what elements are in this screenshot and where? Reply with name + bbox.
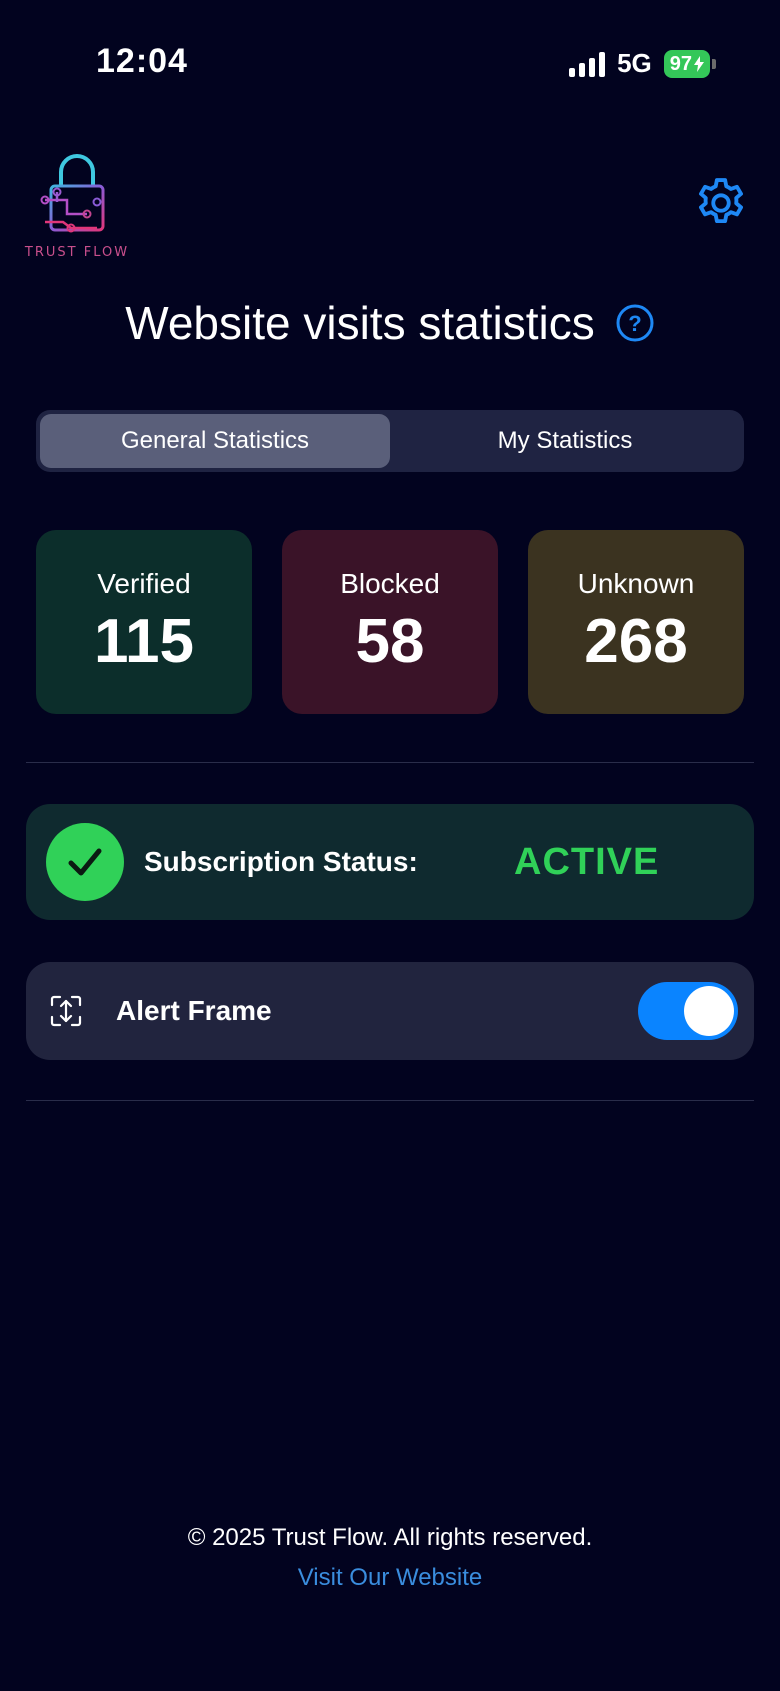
stat-label: Unknown — [577, 567, 695, 599]
divider — [26, 1100, 754, 1101]
stat-card-verified: Verified 115 — [36, 530, 252, 714]
network-type: 5G — [617, 48, 652, 78]
settings-button[interactable] — [692, 174, 750, 232]
stat-card-blocked: Blocked 58 — [282, 530, 498, 714]
footer: © 2025 Trust Flow. All rights reserved. … — [0, 1524, 780, 1592]
stat-value: 268 — [584, 606, 688, 676]
status-indicators: 5G 97 — [569, 48, 716, 79]
subscription-status-value: ACTIVE — [514, 840, 660, 883]
lock-circuit-logo-icon — [40, 154, 105, 233]
battery-icon: 97 — [663, 49, 716, 78]
svg-text:?: ? — [628, 311, 641, 336]
subscription-label: Subscription Status: — [144, 846, 418, 877]
divider — [26, 762, 754, 763]
alert-frame-toggle[interactable] — [638, 982, 738, 1040]
alert-frame-row: Alert Frame — [26, 962, 754, 1060]
stat-value: 115 — [93, 606, 195, 676]
tab-my-statistics[interactable]: My Statistics — [390, 414, 740, 468]
checkmark-icon — [46, 823, 124, 901]
tab-general-statistics[interactable]: General Statistics — [40, 414, 390, 468]
cellular-signal-icon — [569, 51, 606, 77]
subscription-status-card: Subscription Status: ACTIVE — [26, 804, 754, 920]
gear-icon — [699, 178, 743, 224]
status-time: 12:04 — [96, 42, 188, 80]
frame-resize-icon — [50, 995, 82, 1027]
stat-label: Blocked — [340, 567, 440, 599]
app-logo: TRUST FLOW — [22, 152, 132, 260]
statistics-tabs: General Statistics My Statistics — [36, 410, 744, 472]
toggle-knob — [684, 986, 734, 1036]
help-icon[interactable]: ? — [615, 303, 655, 343]
page-title: Website visits statistics — [125, 297, 595, 349]
page-title-row: Website visits statistics ? — [0, 296, 780, 350]
alert-frame-label: Alert Frame — [116, 995, 272, 1026]
stats-cards: Verified 115 Blocked 58 Unknown 268 — [36, 530, 744, 714]
battery-level: 97 — [669, 52, 692, 75]
stat-card-unknown: Unknown 268 — [528, 530, 744, 714]
stat-value: 58 — [355, 606, 425, 676]
logo-text: TRUST FLOW — [24, 245, 130, 260]
copyright-text: © 2025 Trust Flow. All rights reserved. — [187, 1524, 593, 1551]
visit-website-link[interactable]: Visit Our Website — [298, 1564, 483, 1592]
stat-label: Verified — [97, 567, 191, 599]
charging-bolt-icon — [694, 55, 704, 72]
